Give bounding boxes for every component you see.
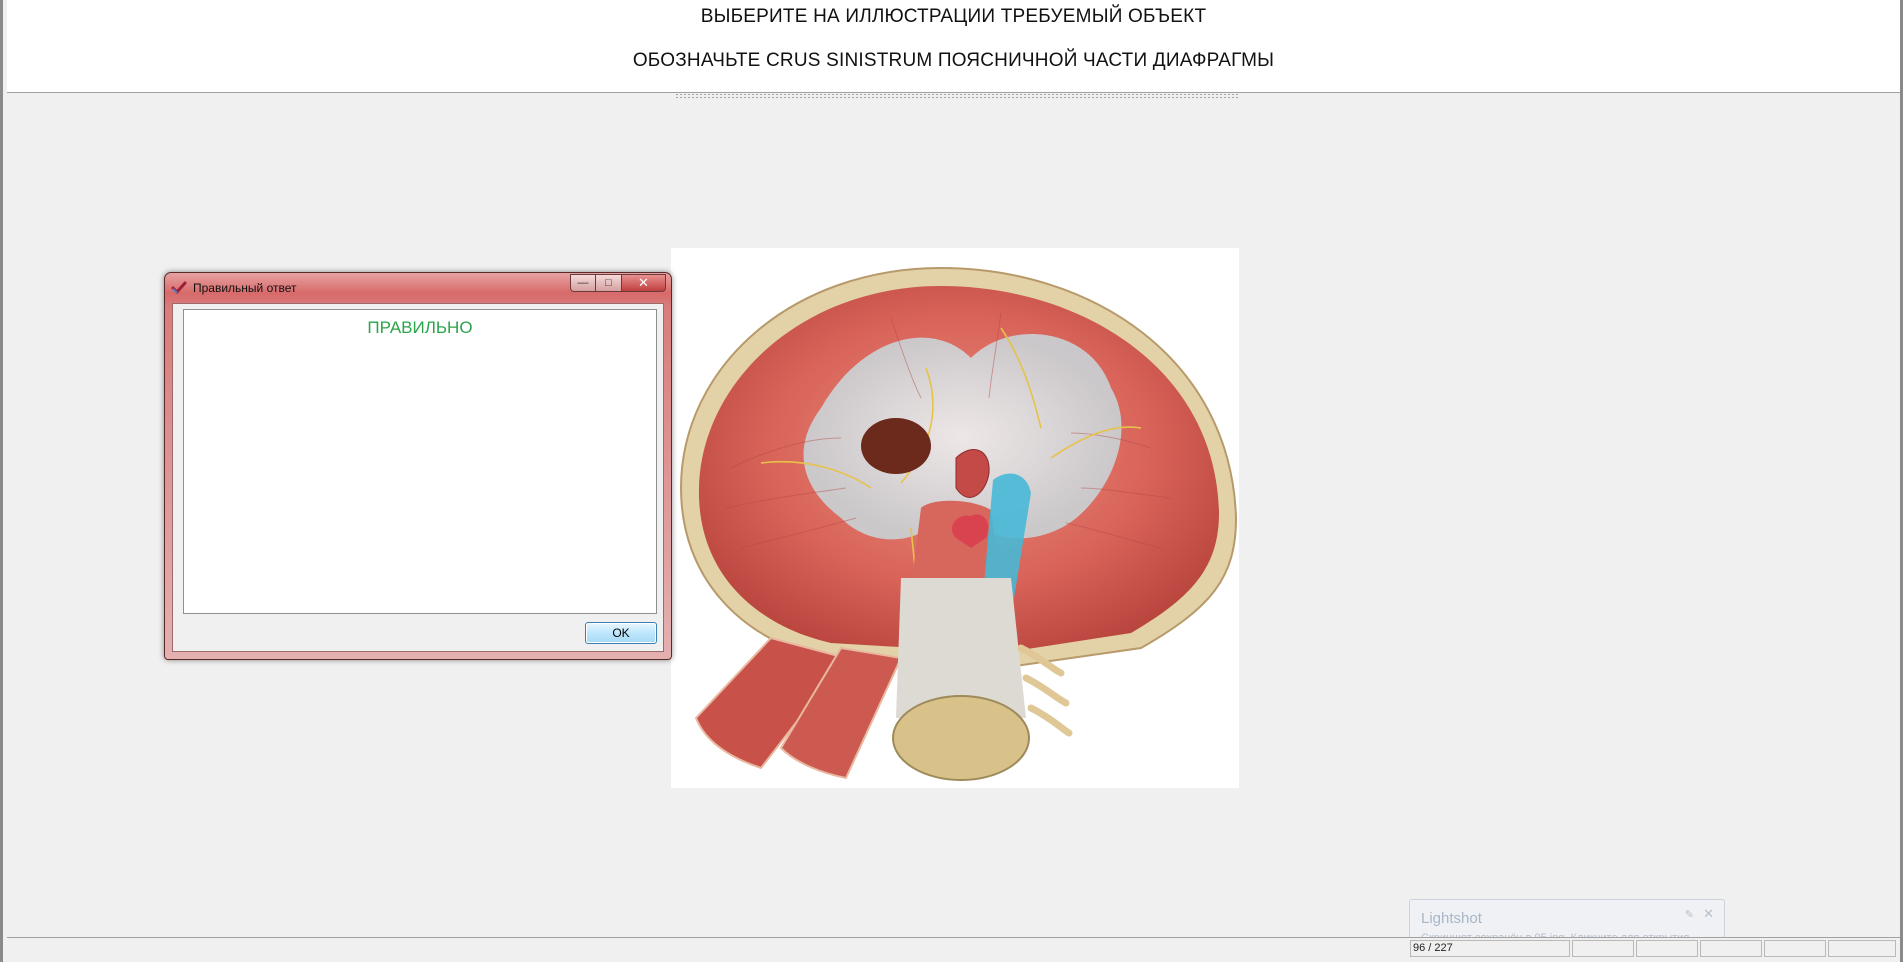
status-panel — [1572, 940, 1634, 957]
close-button[interactable]: ✕ — [622, 274, 666, 292]
ok-button[interactable]: OK — [585, 622, 657, 644]
dialog-title: Правильный ответ — [193, 281, 297, 295]
question-counter: 96 / 227 — [1413, 942, 1453, 954]
correct-answer-dialog: Правильный ответ — □ ✕ ПРАВИЛЬНО OK — [164, 272, 672, 660]
pencil-icon[interactable]: ✎ — [1685, 908, 1694, 921]
status-panel — [1764, 940, 1826, 957]
status-panel — [1636, 940, 1698, 957]
app-window: ВЫБЕРИТЕ НА ИЛЛЮСТРАЦИИ ТРЕБУЕМЫЙ ОБЪЕКТ… — [0, 0, 1903, 962]
status-panel — [1700, 940, 1762, 957]
task-text: ОБОЗНАЧЬТЕ CRUS SINISTRUM ПОЯСНИЧНОЙ ЧАС… — [632, 50, 1275, 71]
minimize-button[interactable]: — — [570, 274, 596, 292]
task-header: ВЫБЕРИТЕ НА ИЛЛЮСТРАЦИИ ТРЕБУЕМЫЙ ОБЪЕКТ… — [7, 0, 1900, 93]
result-text: ПРАВИЛЬНО — [367, 318, 473, 337]
toast-close-icon[interactable]: ✕ — [1703, 906, 1714, 922]
dialog-body: ПРАВИЛЬНО OK — [172, 303, 664, 652]
status-panel — [1828, 940, 1896, 957]
splitter-handle[interactable] — [675, 93, 1239, 98]
window-controls: — □ ✕ — [570, 274, 666, 292]
anatomy-illustration[interactable] — [671, 248, 1239, 788]
answer-text-area: ПРАВИЛЬНО — [183, 309, 657, 614]
checkmark-icon — [171, 280, 187, 296]
status-bar: 96 / 227 — [7, 937, 1900, 960]
instruction-text: ВЫБЕРИТЕ НА ИЛЛЮСТРАЦИИ ТРЕБУЕМЫЙ ОБЪЕКТ — [700, 6, 1207, 27]
dialog-titlebar[interactable]: Правильный ответ — □ ✕ — [165, 273, 671, 303]
maximize-button[interactable]: □ — [596, 274, 622, 292]
toast-title: Lightshot — [1421, 910, 1482, 927]
diaphragm-illustration-svg — [679, 266, 1238, 781]
